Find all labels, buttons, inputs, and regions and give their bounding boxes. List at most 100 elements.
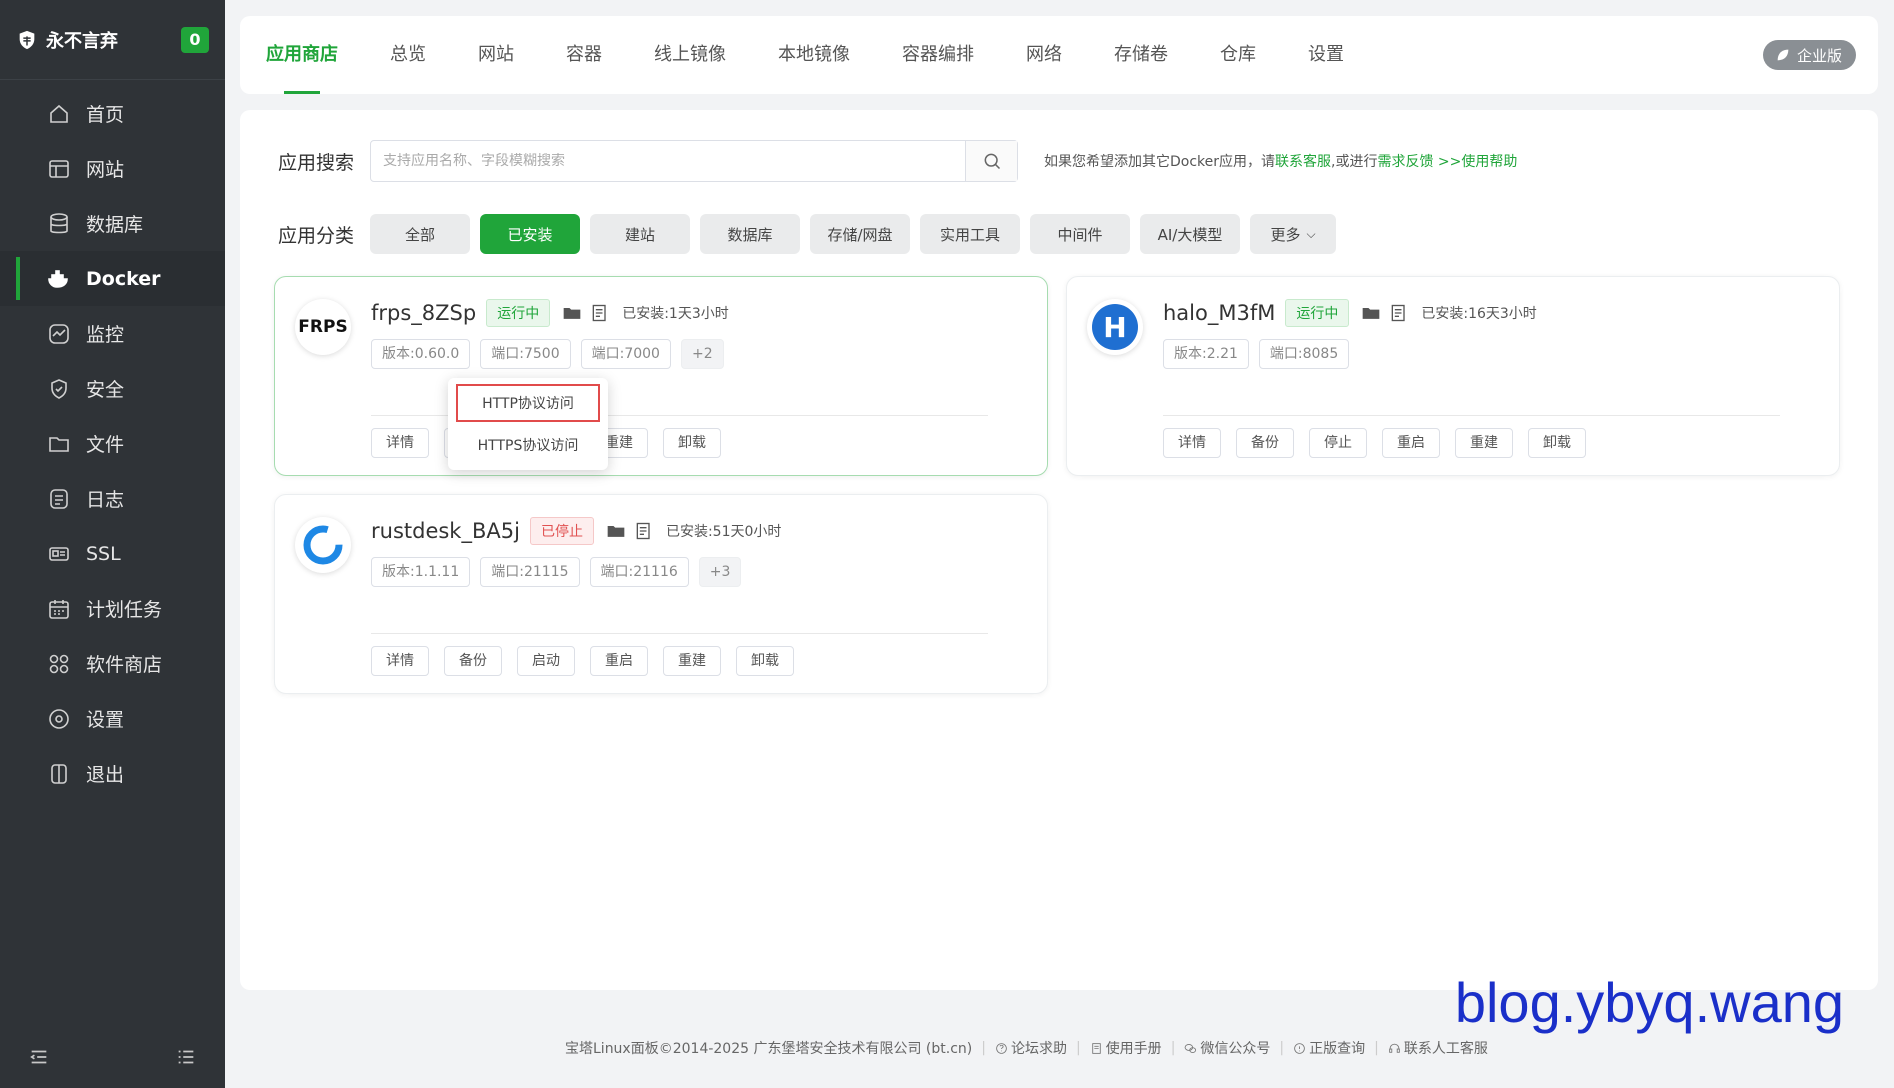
more-ports-tag[interactable]: +3 — [698, 557, 742, 587]
details-button[interactable]: 详情 — [371, 428, 429, 458]
halo-logo-text: H — [1092, 304, 1138, 350]
folder-icon[interactable] — [606, 521, 626, 541]
tab-compose[interactable]: 容器编排 — [902, 16, 974, 94]
backup-button[interactable]: 备份 — [444, 646, 502, 676]
sidebar-item-files[interactable]: 文件 — [0, 416, 225, 471]
search-input[interactable] — [371, 153, 965, 169]
log-icon[interactable] — [590, 303, 610, 323]
enterprise-label: 企业版 — [1796, 46, 1842, 65]
category-all[interactable]: 全部 — [370, 214, 470, 254]
stop-button[interactable]: 停止 — [1309, 428, 1367, 458]
footer-link-wechat[interactable]: 微信公众号 — [1184, 1038, 1270, 1058]
app-name: halo_M3fM — [1163, 301, 1276, 325]
https-access-option[interactable]: HTTPS协议访问 — [456, 426, 600, 464]
tab-website[interactable]: 网站 — [478, 16, 514, 94]
question-icon — [1294, 1042, 1305, 1054]
sidebar-item-label: 安全 — [86, 379, 125, 401]
more-ports-tag[interactable]: +2 — [680, 339, 724, 369]
category-website[interactable]: 建站 — [590, 214, 690, 254]
sidebar-item-docker[interactable]: Docker — [0, 251, 225, 306]
tab-volumes[interactable]: 存储卷 — [1114, 16, 1168, 94]
sidebar-item-label: SSL — [86, 542, 121, 565]
sidebar-item-label: 计划任务 — [86, 599, 163, 621]
frps-logo-text: FRPS — [298, 317, 348, 337]
sidebar-item-label: 设置 — [86, 709, 125, 731]
notification-badge[interactable]: 0 — [181, 26, 209, 53]
footer-link-support[interactable]: 联系人工客服 — [1388, 1038, 1488, 1058]
docker-tabs: 应用商店 总览 网站 容器 线上镜像 本地镜像 容器编排 网络 存储卷 仓库 设… — [240, 16, 1878, 94]
sidebar-item-logs[interactable]: 日志 — [0, 471, 225, 526]
help-link[interactable]: >>使用帮助 — [1433, 154, 1517, 170]
folder-icon[interactable] — [562, 303, 582, 323]
chevron-down-icon: ⌵ — [1306, 226, 1316, 241]
tab-containers[interactable]: 容器 — [566, 16, 602, 94]
sidebar-item-security[interactable]: 安全 — [0, 361, 225, 416]
footer-link-manual[interactable]: 使用手册 — [1090, 1038, 1162, 1058]
footer-link-license[interactable]: 正版查询 — [1293, 1038, 1365, 1058]
app-card-halo: H halo_M3fM 运行中 已安装:16天3小时 版本:2.21 端口:80… — [1066, 276, 1840, 476]
http-access-option[interactable]: HTTP协议访问 — [456, 384, 600, 422]
port-tag[interactable]: 端口:21116 — [589, 557, 689, 587]
tab-online-images[interactable]: 线上镜像 — [654, 16, 726, 94]
restart-button[interactable]: 重启 — [1382, 428, 1440, 458]
category-storage[interactable]: 存储/网盘 — [810, 214, 910, 254]
feedback-link[interactable]: 需求反馈 — [1377, 154, 1433, 170]
tab-settings[interactable]: 设置 — [1308, 16, 1344, 94]
backup-button[interactable]: 备份 — [1236, 428, 1294, 458]
category-database[interactable]: 数据库 — [700, 214, 800, 254]
port-tag[interactable]: 端口:7500 — [480, 339, 571, 369]
tab-registry[interactable]: 仓库 — [1220, 16, 1256, 94]
sidebar-item-ssl[interactable]: SSL — [0, 526, 225, 581]
restart-button[interactable]: 重启 — [590, 646, 648, 676]
category-more[interactable]: 更多 ⌵ — [1250, 214, 1336, 254]
footer-link-forum[interactable]: 论坛求助 — [995, 1038, 1067, 1058]
sidebar-item-store[interactable]: 软件商店 — [0, 636, 225, 691]
tag-list: 版本:0.60.0 端口:7500 端口:7000 +2 — [371, 339, 734, 369]
start-button[interactable]: 启动 — [517, 646, 575, 676]
rebuild-button[interactable]: 重建 — [663, 646, 721, 676]
port-tag[interactable]: 端口:8085 — [1258, 339, 1350, 369]
tab-app-store[interactable]: 应用商店 — [266, 16, 338, 94]
category-ai[interactable]: AI/大模型 — [1140, 214, 1240, 254]
uninstall-button[interactable]: 卸载 — [1528, 428, 1586, 458]
website-icon — [46, 156, 72, 182]
category-middleware[interactable]: 中间件 — [1030, 214, 1130, 254]
sidebar-item-database[interactable]: 数据库 — [0, 196, 225, 251]
sidebar-item-label: 网站 — [86, 159, 125, 181]
halo-logo-icon: H — [1087, 299, 1143, 355]
version-tag: 版本:2.21 — [1163, 339, 1249, 369]
category-installed[interactable]: 已安装 — [480, 214, 580, 254]
search-button[interactable] — [965, 141, 1017, 181]
tab-local-images[interactable]: 本地镜像 — [778, 16, 850, 94]
sidebar-item-monitor[interactable]: 监控 — [0, 306, 225, 361]
app-card-rustdesk: rustdesk_BA5j 已停止 已安装:51天0小时 版本:1.1.11 端… — [274, 494, 1048, 694]
installed-time: 已安装:16天3小时 — [1421, 306, 1537, 322]
details-button[interactable]: 详情 — [371, 646, 429, 676]
category-tools[interactable]: 实用工具 — [920, 214, 1020, 254]
port-tag[interactable]: 端口:7000 — [580, 339, 671, 369]
sidebar-item-cron[interactable]: 计划任务 — [0, 581, 225, 636]
rebuild-button[interactable]: 重建 — [1455, 428, 1513, 458]
tab-network[interactable]: 网络 — [1026, 16, 1062, 94]
frps-logo-icon: FRPS — [295, 299, 351, 355]
tab-overview[interactable]: 总览 — [390, 16, 426, 94]
sidebar-item-label: 数据库 — [86, 214, 144, 236]
log-icon[interactable] — [1389, 303, 1409, 323]
status-badge: 运行中 — [486, 299, 551, 327]
details-button[interactable]: 详情 — [1163, 428, 1221, 458]
port-tag[interactable]: 端口:21115 — [480, 557, 580, 587]
sidebar-item-home[interactable]: 首页 — [0, 86, 225, 141]
wechat-icon — [1185, 1043, 1197, 1053]
sidebar-item-settings[interactable]: 设置 — [0, 691, 225, 746]
sidebar-item-label: 首页 — [86, 104, 125, 126]
enterprise-badge[interactable]: 企业版 — [1762, 40, 1856, 70]
sidebar-item-logout[interactable]: 退出 — [0, 746, 225, 801]
menu-list-icon[interactable] — [175, 1046, 197, 1068]
contact-support-link[interactable]: 联系客服 — [1275, 154, 1331, 170]
uninstall-button[interactable]: 卸载 — [663, 428, 721, 458]
collapse-sidebar-icon[interactable] — [28, 1046, 50, 1068]
uninstall-button[interactable]: 卸载 — [736, 646, 794, 676]
sidebar-item-website[interactable]: 网站 — [0, 141, 225, 196]
log-icon[interactable] — [634, 521, 654, 541]
folder-icon[interactable] — [1361, 303, 1381, 323]
